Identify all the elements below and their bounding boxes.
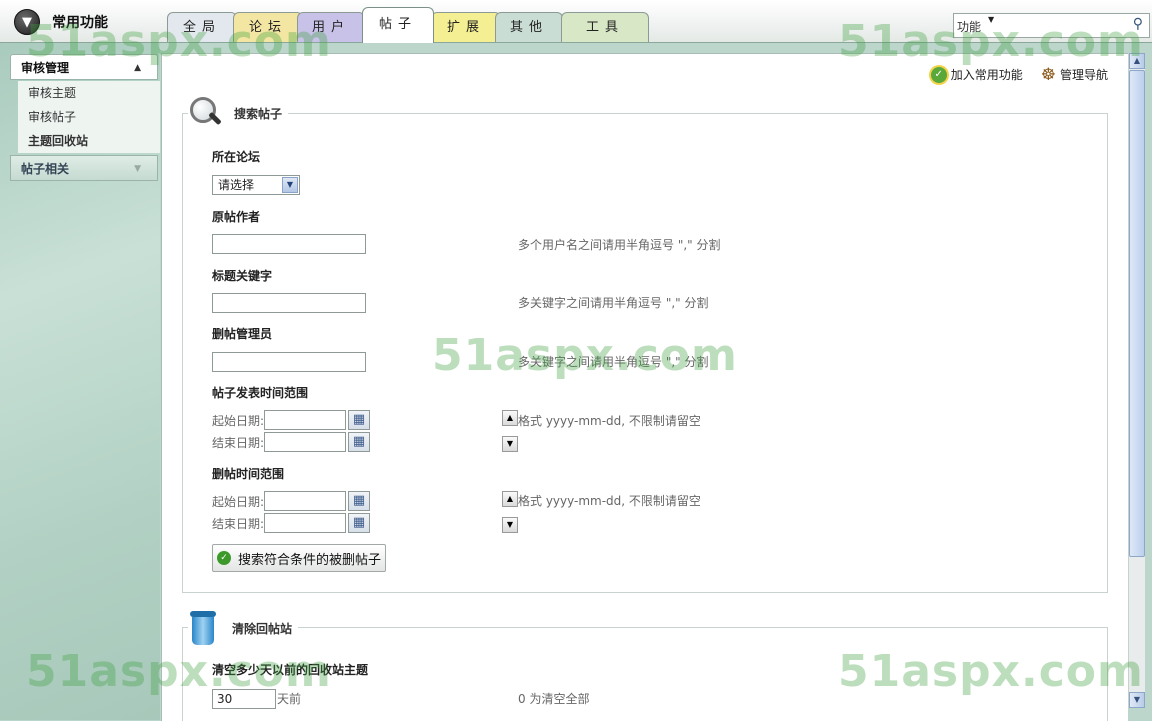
sidebar-item-recycle-bin[interactable]: 主题回收站 bbox=[18, 129, 160, 153]
end-date-label: 结束日期: bbox=[212, 435, 265, 450]
add-favorite-link[interactable]: ✓ 加入常用功能 bbox=[930, 66, 1023, 83]
clear-days-hint: 0 为清空全部 bbox=[518, 692, 590, 706]
watermark: 51aspx.com bbox=[838, 16, 1144, 67]
recycle-bin-icon bbox=[188, 609, 218, 647]
post-end-row: 结束日期: ▦ bbox=[212, 432, 371, 452]
post-time-label: 帖子发表时间范围 bbox=[212, 386, 309, 400]
sidebar-group-items: 审核主题 审核帖子 主题回收站 bbox=[18, 81, 160, 153]
post-end-date-input[interactable] bbox=[264, 432, 347, 452]
spin-up-icon[interactable]: ▲ bbox=[502, 491, 518, 507]
spin-down-icon[interactable]: ▼ bbox=[502, 517, 518, 533]
sidebar-item-review-threads[interactable]: 审核主题 bbox=[18, 81, 160, 105]
delete-time-label: 删帖时间范围 bbox=[212, 467, 285, 481]
add-favorite-icon: ✓ bbox=[930, 66, 947, 83]
watermark: 51aspx.com bbox=[26, 646, 332, 697]
sidebar-group-label: 帖子相关 bbox=[21, 162, 70, 176]
forum-select[interactable]: 请选择 ▼ bbox=[212, 175, 300, 195]
chevron-down-icon[interactable]: ▼ bbox=[282, 177, 298, 193]
clear-panel-title: 清除回帖站 bbox=[232, 621, 293, 636]
calendar-icon[interactable]: ▦ bbox=[348, 513, 371, 533]
expand-arrow-icon: ▼ bbox=[134, 164, 141, 174]
delete-end-row: 结束日期: ▦ bbox=[212, 513, 371, 533]
keyword-input[interactable] bbox=[212, 293, 366, 313]
check-circle-icon: ✓ bbox=[217, 551, 231, 565]
delete-admin-input[interactable] bbox=[212, 352, 366, 372]
delete-start-date-input[interactable] bbox=[264, 491, 347, 511]
tab-other[interactable]: 其他 bbox=[495, 12, 563, 42]
spin-up-icon[interactable]: ▲ bbox=[502, 410, 518, 426]
calendar-icon[interactable]: ▦ bbox=[348, 491, 371, 511]
ship-wheel-icon: ☸ bbox=[1040, 64, 1056, 85]
main-content: ✓ 加入常用功能 ☸ 管理导航 搜索帖子 所在论坛 请选择 ▼ 原帖作者 多个用… bbox=[161, 53, 1128, 721]
delete-admin-label: 删帖管理员 bbox=[212, 327, 273, 341]
watermark: 51aspx.com bbox=[432, 330, 738, 381]
calendar-icon[interactable]: ▦ bbox=[348, 432, 371, 452]
search-panel-title: 搜索帖子 bbox=[234, 106, 283, 121]
keyword-label: 标题关键字 bbox=[212, 269, 273, 283]
quick-links: ✓ 加入常用功能 ☸ 管理导航 bbox=[930, 66, 1108, 83]
tab-posts[interactable]: 帖子 bbox=[362, 7, 434, 43]
delete-date-hint: 格式 yyyy-mm-dd, 不限制请留空 bbox=[518, 494, 701, 508]
admin-nav-label: 管理导航 bbox=[1059, 68, 1108, 82]
start-date-label: 起始日期: bbox=[212, 413, 265, 428]
delete-start-row: 起始日期: ▦ bbox=[212, 491, 371, 511]
keyword-hint: 多关键字之间请用半角逗号 "," 分割 bbox=[518, 296, 709, 310]
forum-label: 所在论坛 bbox=[212, 150, 261, 164]
add-favorite-label: 加入常用功能 bbox=[950, 68, 1023, 82]
search-button-label: 搜索符合条件的被删帖子 bbox=[238, 552, 382, 568]
tab-tools[interactable]: 工具 bbox=[561, 12, 649, 42]
post-start-date-input[interactable] bbox=[264, 410, 347, 430]
tab-extend[interactable]: 扩展 bbox=[431, 12, 501, 42]
calendar-icon[interactable]: ▦ bbox=[348, 410, 371, 430]
sidebar-item-review-posts[interactable]: 审核帖子 bbox=[18, 105, 160, 129]
watermark: 51aspx.com bbox=[838, 646, 1144, 697]
post-date-hint: 格式 yyyy-mm-dd, 不限制请留空 bbox=[518, 414, 701, 428]
search-panel-header: 搜索帖子 bbox=[188, 95, 289, 131]
watermark: 51aspx.com bbox=[26, 16, 332, 67]
vertical-scrollbar[interactable]: ▲ ▼ bbox=[1128, 53, 1145, 708]
delete-end-date-input[interactable] bbox=[264, 513, 347, 533]
search-deleted-posts-button[interactable]: ✓ 搜索符合条件的被删帖子 bbox=[212, 544, 387, 572]
sidebar: 审核管理 ▲ 审核主题 审核帖子 主题回收站 帖子相关 ▼ bbox=[0, 43, 160, 720]
post-start-row: 起始日期: ▦ bbox=[212, 410, 371, 430]
end-date-label: 结束日期: bbox=[212, 516, 265, 531]
start-date-label: 起始日期: bbox=[212, 494, 265, 509]
author-hint: 多个用户名之间请用半角逗号 "," 分割 bbox=[518, 238, 721, 252]
clear-panel-header: 清除回帖站 bbox=[188, 609, 299, 647]
scroll-thumb[interactable] bbox=[1129, 70, 1145, 557]
admin-nav-link[interactable]: ☸ 管理导航 bbox=[1041, 66, 1108, 83]
author-input[interactable] bbox=[212, 234, 366, 254]
author-label: 原帖作者 bbox=[212, 210, 261, 224]
magnifier-icon bbox=[188, 95, 222, 131]
forum-select-value: 请选择 bbox=[218, 178, 255, 192]
sidebar-group-posts[interactable]: 帖子相关 ▼ bbox=[10, 155, 158, 181]
spin-down-icon[interactable]: ▼ bbox=[502, 436, 518, 452]
